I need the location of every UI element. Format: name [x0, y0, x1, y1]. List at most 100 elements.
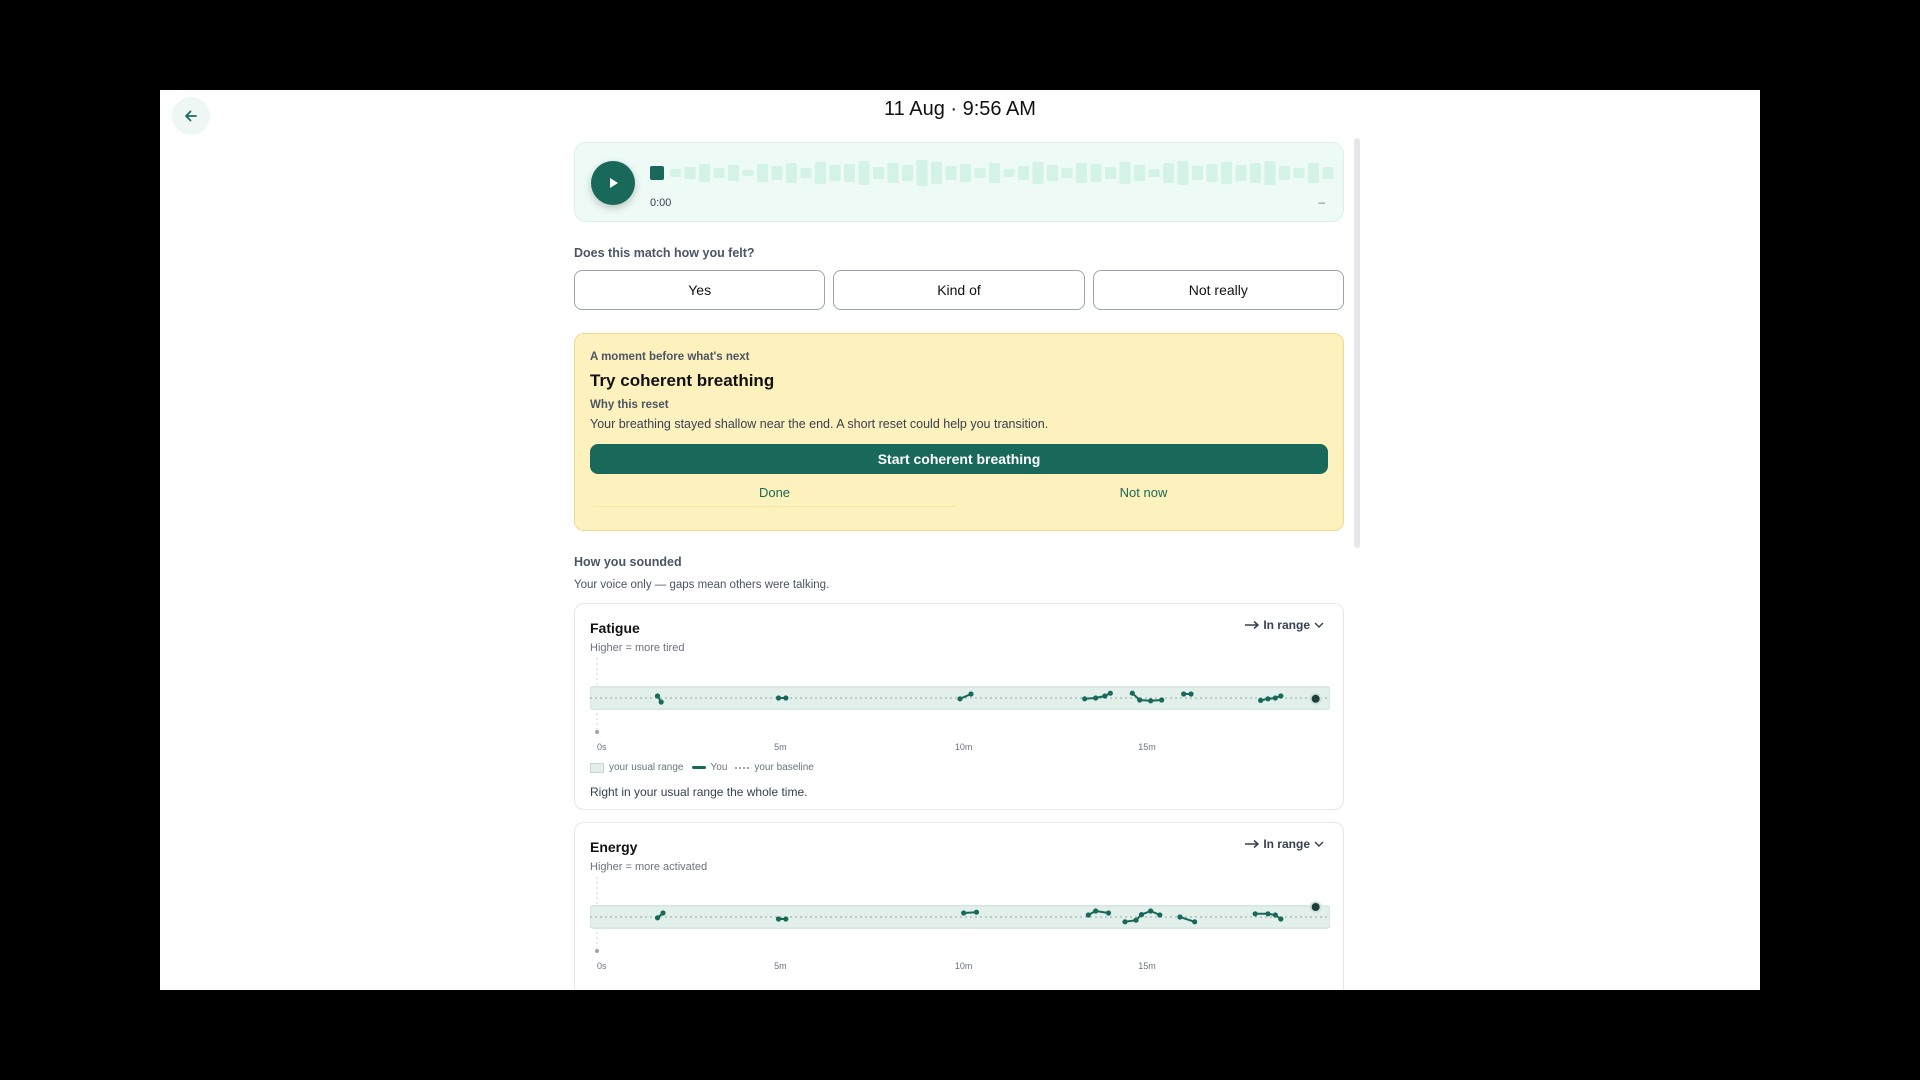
waveform-bar	[1206, 164, 1218, 182]
waveform-bar	[757, 164, 768, 182]
waveform-bar	[960, 164, 971, 182]
metric-card-fatigue: Fatigue Higher = more tired In range 0s 5…	[574, 603, 1344, 810]
x-tick-label: 0s	[597, 961, 607, 971]
data-point	[783, 695, 789, 701]
data-point	[1278, 916, 1284, 922]
data-point	[658, 699, 664, 705]
data-point	[1138, 912, 1145, 918]
waveform-bar	[786, 163, 797, 183]
fatigue-chart: 0s 5m 10m 15m	[590, 658, 1330, 752]
waveform-bar	[1279, 166, 1290, 180]
data-point	[1122, 919, 1128, 925]
data-point	[1107, 690, 1113, 696]
start-breathing-button[interactable]: Start coherent breathing	[590, 444, 1328, 474]
page-title: 11 Aug · 9:56 AM	[884, 98, 1036, 120]
waveform-bar	[1163, 163, 1174, 183]
x-tick-label: 0s	[597, 742, 607, 752]
waveform-bar	[815, 162, 826, 184]
feedback-yes-button[interactable]: Yes	[574, 270, 826, 310]
reset-title: Try coherent breathing	[590, 371, 775, 390]
data-point	[973, 909, 980, 915]
waveform-bar	[1119, 162, 1131, 184]
waveform-bar	[684, 167, 696, 179]
x-tick-label: 5m	[774, 961, 787, 971]
data-point	[1157, 912, 1163, 918]
data-point	[1082, 696, 1088, 702]
waveform-bar	[1192, 166, 1203, 180]
legend-item-baseline: your baseline	[735, 762, 814, 773]
data-point	[660, 910, 666, 916]
feedback-not-really-button[interactable]: Not really	[1092, 270, 1344, 310]
waveform-bar	[945, 166, 957, 180]
axis-origin-dot	[595, 730, 599, 734]
waveform-bar	[989, 163, 1000, 183]
waveform-bar	[713, 168, 725, 178]
waveform-bar	[873, 167, 884, 179]
audio-player: 0:00 –	[574, 142, 1344, 222]
waveform-bar	[1221, 162, 1232, 184]
metric-summary: Right in your usual range the whole time…	[590, 785, 808, 799]
chevron-down-icon	[1314, 622, 1324, 628]
arrow-right-icon	[1245, 839, 1260, 849]
content-column: 0:00 – Does this match how you felt? Yes…	[574, 142, 1344, 990]
data-point	[1137, 697, 1143, 703]
status-toggle[interactable]: In range	[1244, 837, 1325, 851]
waveform-bar	[1003, 169, 1015, 177]
waveform-bar	[742, 170, 754, 176]
section-title: How you sounded	[574, 555, 682, 569]
data-point	[654, 693, 661, 699]
x-tick-label: 15m	[1138, 961, 1156, 971]
waveform-bar	[1061, 168, 1073, 178]
waveform-bar	[974, 168, 986, 178]
status-label: In range	[1263, 618, 1310, 632]
data-point	[1133, 917, 1139, 923]
legend-label: your baseline	[754, 762, 814, 773]
waveform-bar	[1018, 166, 1029, 180]
status-toggle[interactable]: In range	[1244, 618, 1325, 632]
waveform-bar	[1264, 161, 1276, 185]
x-tick-label: 15m	[1138, 742, 1156, 752]
status-label: In range	[1263, 837, 1310, 851]
data-point	[783, 916, 789, 922]
data-point	[775, 695, 782, 701]
data-point	[1093, 695, 1099, 701]
not-now-button[interactable]: Not now	[959, 478, 1328, 506]
data-point	[1129, 690, 1135, 696]
legend-label: your usual range	[609, 762, 684, 773]
playhead	[650, 166, 664, 180]
waveform-bar	[728, 165, 739, 181]
section-subtitle: Your voice only — gaps mean others were …	[574, 579, 830, 591]
feedback-kind-of-button[interactable]: Kind of	[833, 270, 1085, 310]
feedback-options: Yes Kind of Not really	[574, 270, 1344, 310]
data-point	[654, 915, 661, 921]
waveform-bar	[887, 163, 899, 183]
waveform-bar	[902, 165, 913, 181]
waveform-bar	[771, 166, 783, 180]
play-button[interactable]	[591, 161, 635, 205]
waveform-bar	[1105, 167, 1116, 179]
waveform-bar	[1308, 163, 1319, 183]
data-point	[1148, 908, 1154, 914]
x-tick-label: 10m	[955, 742, 973, 752]
data-point	[1258, 697, 1264, 703]
data-point	[1265, 696, 1271, 702]
metric-card-energy: Energy Higher = more activated In range …	[574, 822, 1344, 990]
reset-actions: Done Not now	[590, 478, 1328, 507]
reset-card: A moment before what's next Try coherent…	[574, 333, 1344, 531]
chart-legend: your usual range You your baseline	[590, 762, 1328, 773]
metric-hint: Higher = more activated	[590, 861, 708, 873]
data-point	[1093, 908, 1099, 914]
waveform-bar	[1076, 163, 1087, 183]
chevron-down-icon	[1314, 841, 1324, 847]
baseline-swatch	[735, 766, 750, 769]
waveform[interactable]	[650, 159, 1335, 187]
data-point	[957, 696, 963, 702]
axis-origin-dot	[595, 949, 599, 953]
scrollbar[interactable]	[1354, 138, 1360, 548]
playback-duration: –	[1318, 195, 1325, 209]
done-button[interactable]: Done	[590, 478, 959, 507]
data-point	[1265, 911, 1271, 917]
legend-item-you: You	[691, 762, 727, 773]
data-point	[961, 910, 967, 916]
data-point	[775, 916, 782, 922]
